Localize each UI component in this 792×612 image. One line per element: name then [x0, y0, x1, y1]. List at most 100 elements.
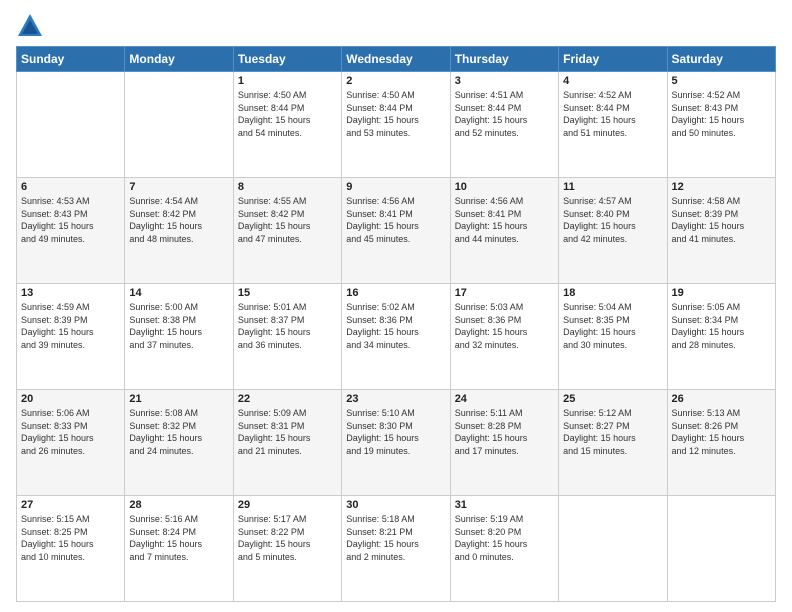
day-info: Sunrise: 5:06 AMSunset: 8:33 PMDaylight:… — [21, 407, 120, 457]
calendar-day-header: Monday — [125, 47, 233, 72]
day-info: Sunrise: 5:09 AMSunset: 8:31 PMDaylight:… — [238, 407, 337, 457]
calendar-day-cell: 1 Sunrise: 4:50 AMSunset: 8:44 PMDaylight… — [233, 72, 341, 178]
calendar-day-cell — [559, 496, 667, 602]
day-number: 30 — [346, 499, 445, 511]
day-info: Sunrise: 5:17 AMSunset: 8:22 PMDaylight:… — [238, 513, 337, 563]
day-number: 26 — [672, 393, 771, 405]
day-info: Sunrise: 5:03 AMSunset: 8:36 PMDaylight:… — [455, 301, 554, 351]
day-number: 27 — [21, 499, 120, 511]
day-number: 21 — [129, 393, 228, 405]
calendar-day-cell: 18 Sunrise: 5:04 AMSunset: 8:35 PMDayligh… — [559, 284, 667, 390]
day-info: Sunrise: 5:16 AMSunset: 8:24 PMDaylight:… — [129, 513, 228, 563]
calendar-day-cell: 23Sunrise: 5:10 AMSunset: 8:30 PMDayligh… — [342, 390, 450, 496]
day-number: 22 — [238, 393, 337, 405]
calendar-day-cell — [667, 496, 775, 602]
day-info: Sunrise: 5:11 AMSunset: 8:28 PMDaylight:… — [455, 407, 554, 457]
calendar-day-cell: 14 Sunrise: 5:00 AMSunset: 8:38 PMDayligh… — [125, 284, 233, 390]
calendar-week-row: 6 Sunrise: 4:53 AMSunset: 8:43 PMDaylight… — [17, 178, 776, 284]
day-number: 16 — [346, 287, 445, 299]
day-number: 7 — [129, 181, 228, 193]
calendar-week-row: 27 Sunrise: 5:15 AMSunset: 8:25 PMDayligh… — [17, 496, 776, 602]
day-number: 15 — [238, 287, 337, 299]
calendar-day-header: Tuesday — [233, 47, 341, 72]
calendar-day-header: Wednesday — [342, 47, 450, 72]
day-number: 11 — [563, 181, 662, 193]
day-info: Sunrise: 5:13 AMSunset: 8:26 PMDaylight:… — [672, 407, 771, 457]
day-number: 2 — [346, 75, 445, 87]
day-info: Sunrise: 5:18 AMSunset: 8:21 PMDaylight:… — [346, 513, 445, 563]
calendar-day-cell: 7 Sunrise: 4:54 AMSunset: 8:42 PMDaylight… — [125, 178, 233, 284]
day-number: 8 — [238, 181, 337, 193]
day-info: Sunrise: 4:50 AMSunset: 8:44 PMDaylight:… — [346, 89, 445, 139]
calendar-week-row: 13 Sunrise: 4:59 AMSunset: 8:39 PMDayligh… — [17, 284, 776, 390]
calendar-day-cell: 29 Sunrise: 5:17 AMSunset: 8:22 PMDayligh… — [233, 496, 341, 602]
day-number: 23 — [346, 393, 445, 405]
logo-icon — [16, 12, 44, 40]
calendar-day-cell: 2 Sunrise: 4:50 AMSunset: 8:44 PMDaylight… — [342, 72, 450, 178]
day-number: 18 — [563, 287, 662, 299]
calendar-day-header: Thursday — [450, 47, 558, 72]
calendar-week-row: 20 Sunrise: 5:06 AMSunset: 8:33 PMDayligh… — [17, 390, 776, 496]
day-info: Sunrise: 4:56 AMSunset: 8:41 PMDaylight:… — [346, 195, 445, 245]
calendar-day-header: Friday — [559, 47, 667, 72]
calendar-day-cell: 10Sunrise: 4:56 AMSunset: 8:41 PMDayligh… — [450, 178, 558, 284]
day-info: Sunrise: 4:52 AMSunset: 8:44 PMDaylight:… — [563, 89, 662, 139]
day-info: Sunrise: 5:04 AMSunset: 8:35 PMDaylight:… — [563, 301, 662, 351]
day-number: 12 — [672, 181, 771, 193]
calendar-day-cell: 26 Sunrise: 5:13 AMSunset: 8:26 PMDayligh… — [667, 390, 775, 496]
calendar-day-cell: 3 Sunrise: 4:51 AMSunset: 8:44 PMDaylight… — [450, 72, 558, 178]
logo — [16, 12, 48, 40]
day-info: Sunrise: 4:58 AMSunset: 8:39 PMDaylight:… — [672, 195, 771, 245]
calendar-day-cell — [125, 72, 233, 178]
day-info: Sunrise: 4:51 AMSunset: 8:44 PMDaylight:… — [455, 89, 554, 139]
day-info: Sunrise: 4:52 AMSunset: 8:43 PMDaylight:… — [672, 89, 771, 139]
day-info: Sunrise: 5:02 AMSunset: 8:36 PMDaylight:… — [346, 301, 445, 351]
day-number: 1 — [238, 75, 337, 87]
day-number: 31 — [455, 499, 554, 511]
day-info: Sunrise: 4:54 AMSunset: 8:42 PMDaylight:… — [129, 195, 228, 245]
calendar-day-header: Sunday — [17, 47, 125, 72]
day-number: 13 — [21, 287, 120, 299]
calendar-day-cell: 30 Sunrise: 5:18 AMSunset: 8:21 PMDayligh… — [342, 496, 450, 602]
calendar-day-cell: 5 Sunrise: 4:52 AMSunset: 8:43 PMDaylight… — [667, 72, 775, 178]
page: SundayMondayTuesdayWednesdayThursdayFrid… — [0, 0, 792, 612]
day-number: 3 — [455, 75, 554, 87]
calendar-day-header: Saturday — [667, 47, 775, 72]
day-number: 28 — [129, 499, 228, 511]
day-number: 20 — [21, 393, 120, 405]
calendar-day-cell: 6 Sunrise: 4:53 AMSunset: 8:43 PMDaylight… — [17, 178, 125, 284]
day-info: Sunrise: 5:15 AMSunset: 8:25 PMDaylight:… — [21, 513, 120, 563]
calendar-day-cell: 21 Sunrise: 5:08 AMSunset: 8:32 PMDayligh… — [125, 390, 233, 496]
calendar-day-cell: 8 Sunrise: 4:55 AMSunset: 8:42 PMDaylight… — [233, 178, 341, 284]
calendar-day-cell: 11 Sunrise: 4:57 AMSunset: 8:40 PMDayligh… — [559, 178, 667, 284]
day-number: 17 — [455, 287, 554, 299]
calendar-day-cell: 9 Sunrise: 4:56 AMSunset: 8:41 PMDaylight… — [342, 178, 450, 284]
calendar-header-row: SundayMondayTuesdayWednesdayThursdayFrid… — [17, 47, 776, 72]
day-number: 14 — [129, 287, 228, 299]
day-info: Sunrise: 4:59 AMSunset: 8:39 PMDaylight:… — [21, 301, 120, 351]
calendar-table: SundayMondayTuesdayWednesdayThursdayFrid… — [16, 46, 776, 602]
day-info: Sunrise: 4:53 AMSunset: 8:43 PMDaylight:… — [21, 195, 120, 245]
calendar-day-cell: 13 Sunrise: 4:59 AMSunset: 8:39 PMDayligh… — [17, 284, 125, 390]
calendar-day-cell: 27 Sunrise: 5:15 AMSunset: 8:25 PMDayligh… — [17, 496, 125, 602]
day-number: 6 — [21, 181, 120, 193]
day-info: Sunrise: 5:01 AMSunset: 8:37 PMDaylight:… — [238, 301, 337, 351]
calendar-day-cell: 22 Sunrise: 5:09 AMSunset: 8:31 PMDayligh… — [233, 390, 341, 496]
calendar-day-cell: 4Sunrise: 4:52 AMSunset: 8:44 PMDaylight… — [559, 72, 667, 178]
day-number: 5 — [672, 75, 771, 87]
day-number: 29 — [238, 499, 337, 511]
day-info: Sunrise: 5:08 AMSunset: 8:32 PMDaylight:… — [129, 407, 228, 457]
calendar-day-cell: 17 Sunrise: 5:03 AMSunset: 8:36 PMDayligh… — [450, 284, 558, 390]
day-info: Sunrise: 5:12 AMSunset: 8:27 PMDaylight:… — [563, 407, 662, 457]
day-number: 24 — [455, 393, 554, 405]
calendar-day-cell — [17, 72, 125, 178]
day-info: Sunrise: 5:00 AMSunset: 8:38 PMDaylight:… — [129, 301, 228, 351]
calendar-day-cell: 16 Sunrise: 5:02 AMSunset: 8:36 PMDayligh… — [342, 284, 450, 390]
day-info: Sunrise: 5:19 AMSunset: 8:20 PMDaylight:… — [455, 513, 554, 563]
day-info: Sunrise: 4:50 AMSunset: 8:44 PMDaylight:… — [238, 89, 337, 139]
calendar-week-row: 1 Sunrise: 4:50 AMSunset: 8:44 PMDaylight… — [17, 72, 776, 178]
day-info: Sunrise: 4:57 AMSunset: 8:40 PMDaylight:… — [563, 195, 662, 245]
day-number: 25 — [563, 393, 662, 405]
day-info: Sunrise: 4:55 AMSunset: 8:42 PMDaylight:… — [238, 195, 337, 245]
day-number: 9 — [346, 181, 445, 193]
